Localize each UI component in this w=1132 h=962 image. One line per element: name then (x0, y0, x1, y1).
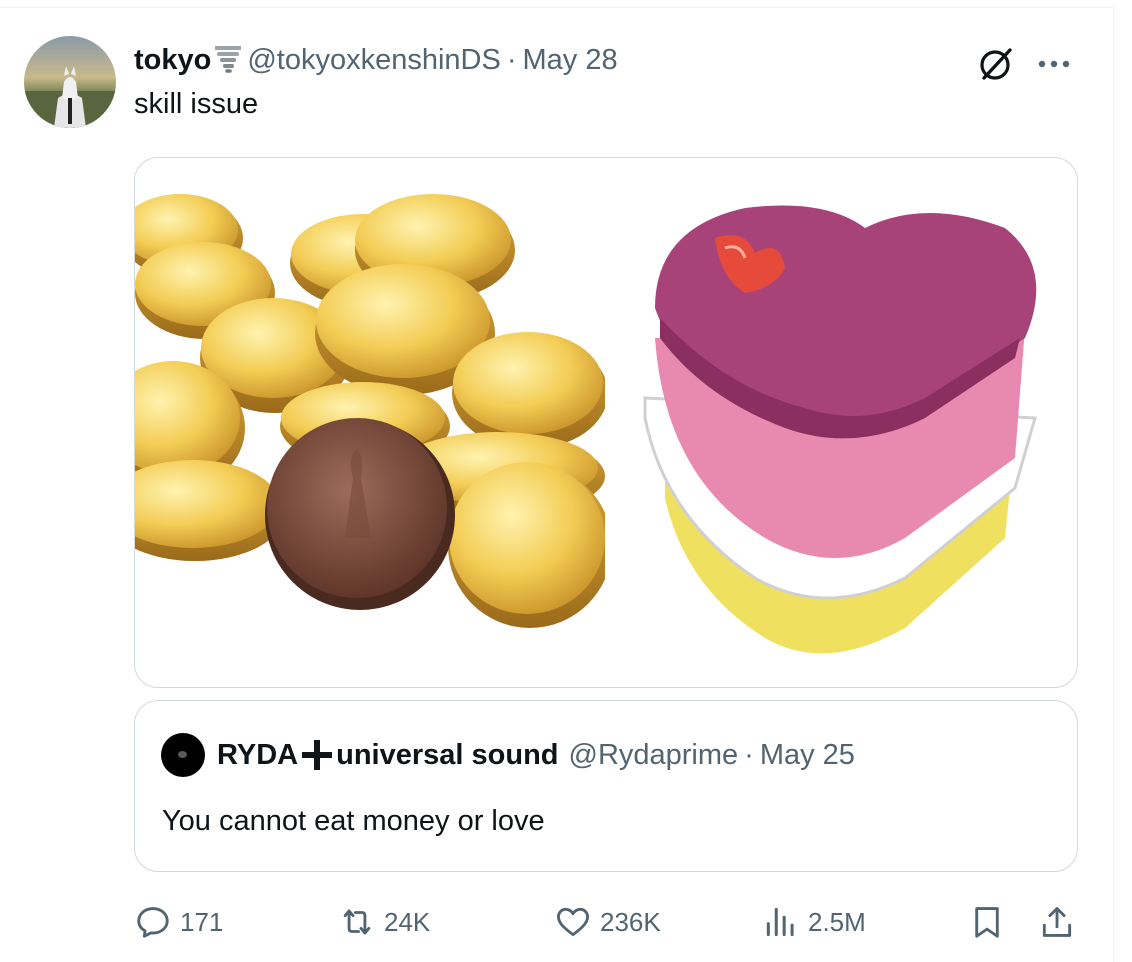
like-count: 236K (600, 906, 661, 937)
handle[interactable]: @tokyoxkenshinDS (247, 44, 501, 77)
reply-count: 171 (180, 906, 224, 937)
tweet-header: tokyo @tokyoxkenshinDS · May 28 (134, 40, 618, 80)
chocolate-coins-image[interactable] (135, 158, 605, 688)
views-icon (766, 907, 794, 937)
like-icon (557, 907, 589, 937)
views-count: 2.5M (808, 906, 866, 937)
quoted-display-name-part2[interactable]: universal sound (336, 739, 558, 772)
quoted-timestamp[interactable]: May 25 (760, 739, 855, 772)
grok-icon[interactable] (976, 44, 1016, 84)
heart-cake-image[interactable] (605, 158, 1078, 688)
tornado-emoji (215, 45, 242, 75)
action-bar: 171 24K 236K 2.5M (134, 900, 1078, 944)
quoted-tweet[interactable]: RYDA universal sound @Rydaprime · May 25… (134, 700, 1078, 872)
repost-icon (343, 909, 371, 935)
views-button[interactable]: 2.5M (762, 900, 866, 944)
bookmark-button[interactable] (968, 900, 1006, 944)
bookmark-icon (975, 907, 999, 938)
avatar[interactable] (24, 36, 116, 128)
tweet-text: skill issue (134, 88, 259, 120)
quoted-display-name-part1[interactable]: RYDA (217, 739, 298, 772)
timestamp[interactable]: May 28 (523, 44, 618, 77)
repost-count: 24K (384, 906, 431, 937)
display-name[interactable]: tokyo (134, 44, 211, 77)
share-icon (1042, 907, 1072, 937)
reply-icon (137, 907, 169, 938)
quoted-tweet-text: You cannot eat money or love (162, 805, 545, 837)
quoted-handle[interactable]: @Rydaprime (569, 739, 739, 772)
quoted-separator-dot: · (744, 738, 754, 771)
like-button[interactable]: 236K (554, 900, 661, 944)
top-divider (0, 7, 1114, 8)
right-divider (1113, 7, 1114, 962)
more-icon[interactable] (1034, 44, 1074, 84)
reply-button[interactable]: 171 (134, 900, 223, 944)
repost-button[interactable]: 24K (338, 900, 430, 944)
quoted-avatar[interactable] (161, 733, 205, 777)
cross-emoji (300, 738, 334, 772)
share-button[interactable] (1038, 900, 1076, 944)
quoted-tweet-header: RYDA universal sound @Rydaprime · May 25 (161, 733, 855, 777)
media-card[interactable] (134, 157, 1078, 688)
separator-dot: · (506, 43, 517, 76)
